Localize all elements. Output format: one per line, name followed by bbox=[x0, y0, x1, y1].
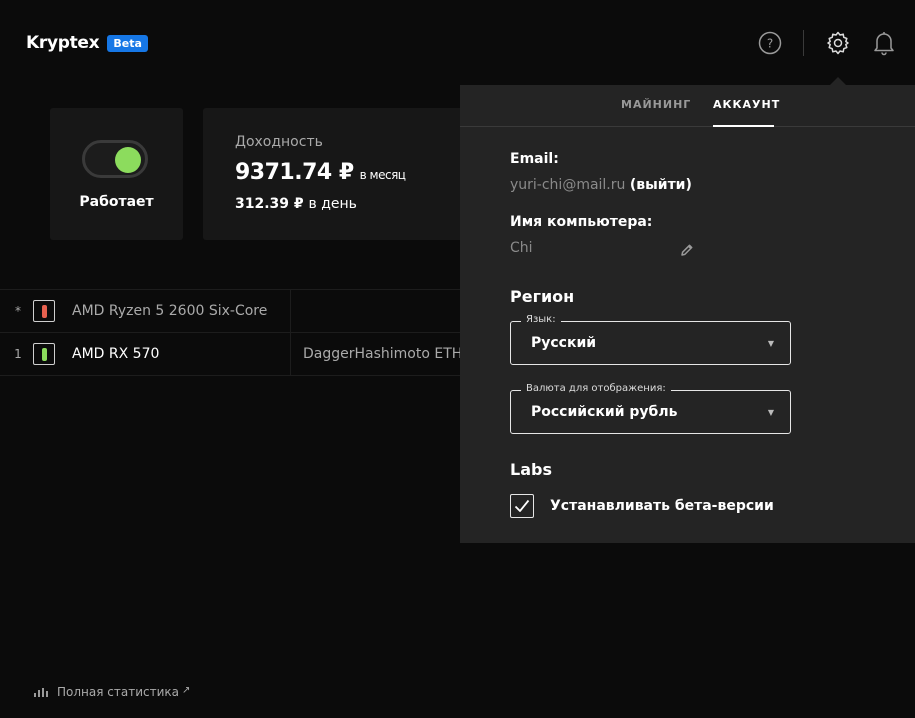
column-divider bbox=[290, 333, 291, 375]
svg-text:?: ? bbox=[767, 37, 773, 51]
brand: Kryptex Beta bbox=[26, 33, 148, 53]
beta-versions-checkbox[interactable] bbox=[510, 494, 534, 518]
device-index: * bbox=[15, 304, 21, 318]
income-month-value: 9371.74 ₽ bbox=[235, 160, 354, 185]
device-name: AMD RX 570 bbox=[72, 346, 160, 362]
language-select-label: Язык: bbox=[521, 314, 561, 325]
tab-mining[interactable]: МАЙНИНГ bbox=[621, 98, 691, 111]
device-row-cpu[interactable]: * AMD Ryzen 5 2600 Six-Core bbox=[0, 289, 460, 332]
active-tab-indicator bbox=[713, 125, 774, 127]
email-label: Email: bbox=[510, 151, 559, 167]
language-select[interactable]: Язык: Русский ▼ bbox=[510, 314, 791, 365]
gpu-device-icon bbox=[33, 343, 55, 365]
settings-tabs: МАЙНИНГ АККАУНТ bbox=[460, 85, 915, 127]
app-logo-text: Kryptex bbox=[26, 33, 100, 53]
email-value: yuri-chi@mail.ru bbox=[510, 177, 626, 193]
region-heading: Регион bbox=[510, 287, 575, 306]
help-icon[interactable]: ? bbox=[757, 30, 783, 56]
device-list: * AMD Ryzen 5 2600 Six-Core 1 AMD RX 570… bbox=[0, 289, 460, 376]
labs-heading: Labs bbox=[510, 460, 552, 479]
device-row-gpu[interactable]: 1 AMD RX 570 DaggerHashimoto ETH bbox=[0, 332, 460, 376]
edit-pencil-icon[interactable] bbox=[680, 242, 694, 261]
chevron-down-icon: ▼ bbox=[767, 408, 774, 417]
toolbar-divider bbox=[803, 30, 804, 56]
income-day-unit: в день bbox=[308, 196, 357, 212]
mining-toggle[interactable] bbox=[82, 140, 148, 178]
income-month: 9371.74 ₽ в месяц bbox=[235, 160, 406, 185]
income-title: Доходность bbox=[235, 134, 323, 150]
column-divider bbox=[290, 290, 291, 332]
language-select-value: Русский bbox=[531, 335, 597, 351]
tab-account[interactable]: АККАУНТ bbox=[713, 98, 780, 111]
device-status-bar bbox=[41, 347, 47, 361]
currency-select[interactable]: Валюта для отображения: Российский рубль… bbox=[510, 383, 791, 434]
computer-name-label: Имя компьютера: bbox=[510, 214, 653, 230]
mining-status-card: Работает bbox=[50, 108, 183, 240]
device-algorithm: DaggerHashimoto ETH bbox=[303, 346, 460, 362]
income-card: Доходность 9371.74 ₽ в месяц 312.39 ₽ в д… bbox=[203, 108, 463, 240]
beta-badge: Beta bbox=[107, 34, 148, 52]
gear-icon[interactable] bbox=[825, 30, 851, 56]
income-day: 312.39 ₽ в день bbox=[235, 196, 357, 212]
toggle-knob bbox=[115, 147, 141, 173]
popover-caret bbox=[830, 77, 846, 85]
full-stats-label: Полная статистика bbox=[57, 685, 179, 699]
device-index: 1 bbox=[14, 347, 22, 361]
logout-link[interactable]: (выйти) bbox=[630, 177, 692, 193]
bar-chart-icon bbox=[34, 688, 48, 697]
cpu-device-icon bbox=[33, 300, 55, 322]
external-link-icon: ↗ bbox=[182, 684, 191, 696]
beta-versions-label[interactable]: Устанавливать бета-версии bbox=[550, 498, 774, 514]
income-month-unit: в месяц bbox=[359, 168, 406, 182]
full-stats-link[interactable]: Полная статистика ↗ bbox=[34, 685, 190, 699]
computer-name-field[interactable]: Chi bbox=[510, 240, 700, 256]
settings-popover: МАЙНИНГ АККАУНТ Email: yuri-chi@mail.ru … bbox=[460, 85, 915, 543]
checkmark-icon bbox=[514, 499, 530, 512]
email-line: yuri-chi@mail.ru (выйти) bbox=[510, 177, 692, 193]
device-name: AMD Ryzen 5 2600 Six-Core bbox=[72, 303, 268, 319]
device-status-bar bbox=[41, 304, 47, 318]
top-toolbar: ? bbox=[757, 30, 897, 56]
income-day-value: 312.39 ₽ bbox=[235, 196, 304, 212]
currency-select-value: Российский рубль bbox=[531, 404, 678, 420]
currency-select-label: Валюта для отображения: bbox=[521, 383, 671, 394]
mining-status-label: Работает bbox=[79, 194, 154, 210]
bell-icon[interactable] bbox=[871, 30, 897, 56]
chevron-down-icon: ▼ bbox=[767, 339, 774, 348]
